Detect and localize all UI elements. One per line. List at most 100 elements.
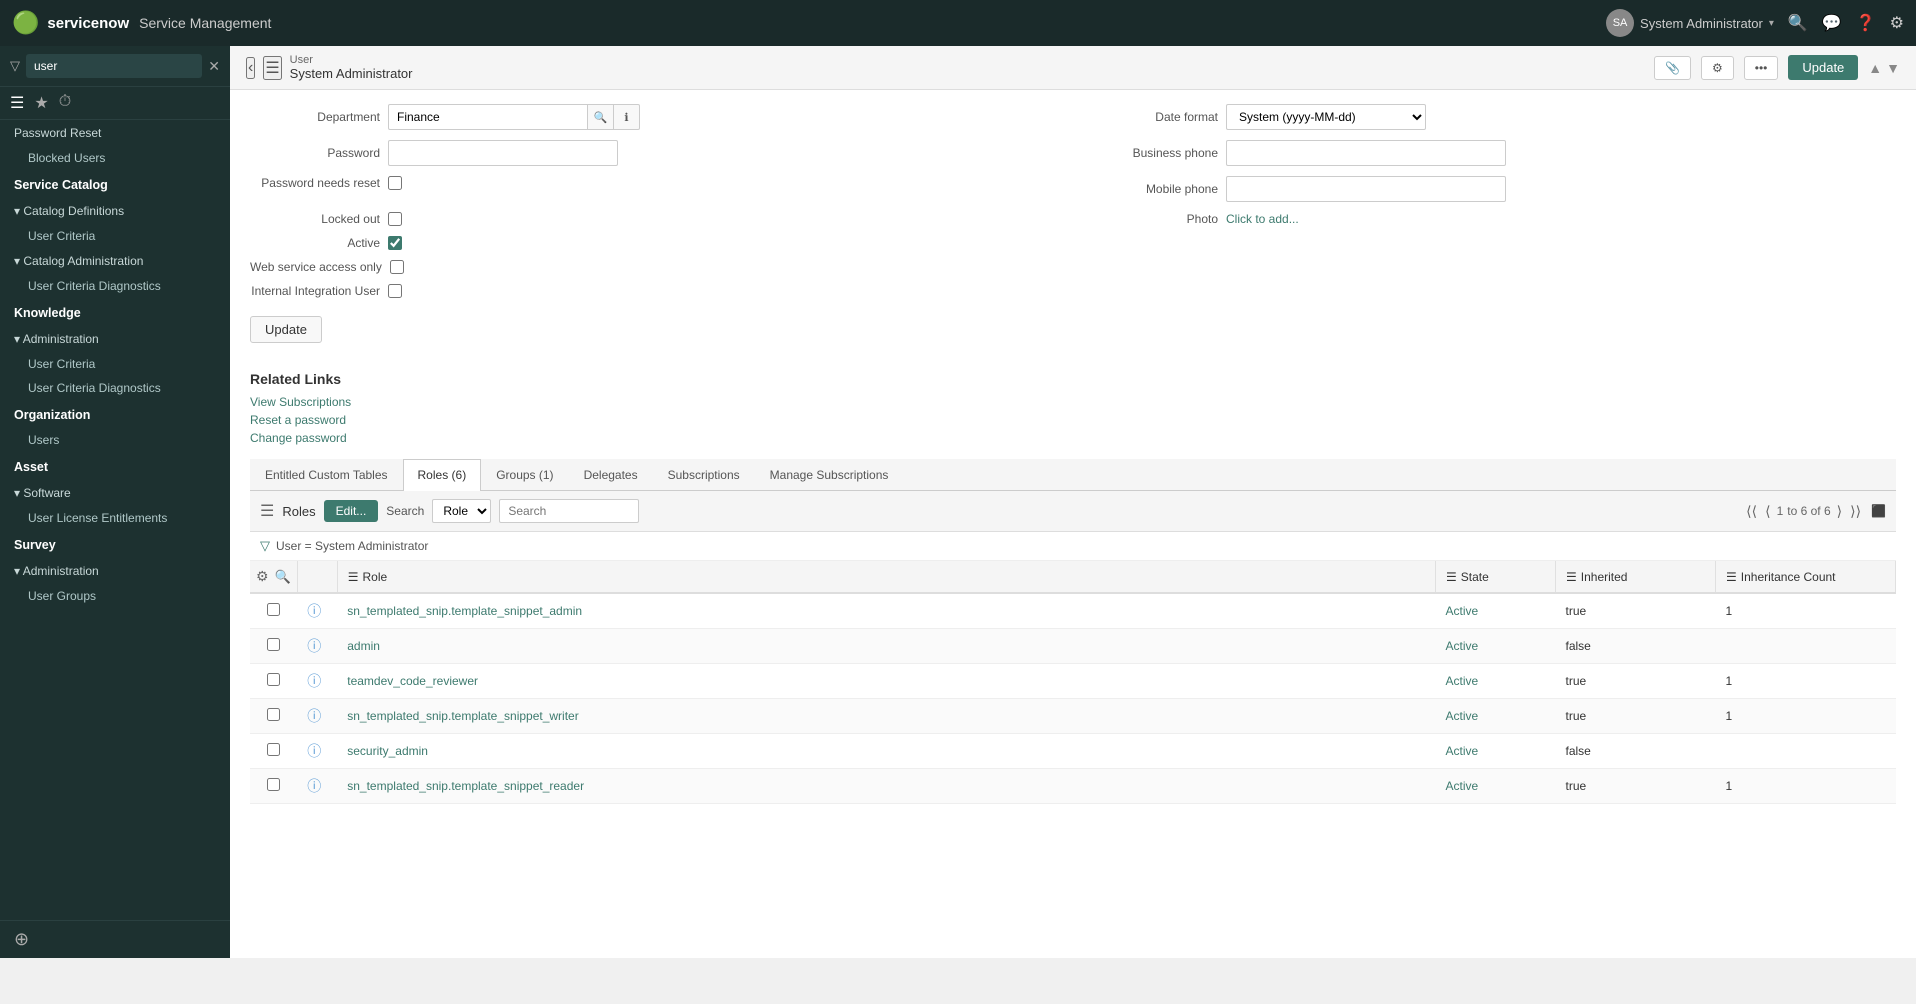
th-state[interactable]: ☰ State [1436, 561, 1556, 593]
dropdown-chevron[interactable]: ▾ [1769, 18, 1774, 29]
sidebar-item-user-criteria-diagnostics-1[interactable]: User Criteria Diagnostics [0, 274, 230, 298]
internal-integration-checkbox[interactable] [388, 284, 402, 298]
sidebar-group-catalog-definitions[interactable]: ▾ Catalog Definitions [0, 198, 230, 224]
sidebar-tab-history[interactable]: ⏱ [59, 93, 71, 113]
tab-groups[interactable]: Groups (1) [481, 459, 568, 490]
date-format-select[interactable]: System (yyyy-MM-dd) [1226, 104, 1426, 130]
table-collapse-icon[interactable]: ⬛ [1871, 504, 1886, 518]
row-checkbox[interactable] [267, 603, 280, 616]
header-menu-button[interactable]: ☰ [263, 56, 281, 80]
sidebar-item-user-criteria-diagnostics-2[interactable]: User Criteria Diagnostics [0, 376, 230, 400]
add-module-button[interactable]: ⊕ [14, 929, 29, 949]
business-phone-input[interactable] [1226, 140, 1506, 166]
table-edit-button[interactable]: Edit... [324, 500, 379, 522]
role-link[interactable]: teamdev_code_reviewer [347, 674, 478, 688]
sidebar-search-input[interactable] [26, 54, 202, 78]
first-page-button[interactable]: ⟨⟨ [1744, 503, 1759, 520]
sidebar-section-service-catalog[interactable]: Service Catalog [0, 170, 230, 198]
locked-out-checkbox[interactable] [388, 212, 402, 226]
info-icon[interactable]: ⓘ [307, 706, 327, 726]
department-lookup-button[interactable]: 🔍 [588, 104, 614, 130]
change-password-link[interactable]: Change password [250, 431, 1896, 445]
settings-icon[interactable]: ⚙ [1890, 13, 1904, 33]
sidebar-group-administration-2[interactable]: ▾ Administration [0, 558, 230, 584]
state-link[interactable]: Active [1446, 604, 1479, 618]
tab-delegates[interactable]: Delegates [569, 459, 653, 490]
role-link[interactable]: admin [347, 639, 380, 653]
sidebar-item-user-license[interactable]: User License Entitlements [0, 506, 230, 530]
sidebar-group-administration-1[interactable]: ▾ Administration [0, 326, 230, 352]
photo-link[interactable]: Click to add... [1226, 212, 1299, 226]
info-icon[interactable]: ⓘ [307, 636, 327, 656]
th-role[interactable]: ☰ Role [337, 561, 1435, 593]
help-icon[interactable]: ❓ [1856, 13, 1876, 33]
table-search-input[interactable] [499, 499, 639, 523]
info-icon[interactable]: ⓘ [307, 776, 327, 796]
tab-subscriptions[interactable]: Subscriptions [653, 459, 755, 490]
sidebar-section-organization[interactable]: Organization [0, 400, 230, 428]
mobile-phone-input[interactable] [1226, 176, 1506, 202]
header-update-button[interactable]: Update [1788, 55, 1858, 80]
more-actions-button[interactable]: ••• [1744, 56, 1779, 80]
clear-search-icon[interactable]: ✕ [208, 58, 220, 75]
sidebar-tab-favorites[interactable]: ★ [34, 93, 48, 113]
sidebar-section-asset[interactable]: Asset [0, 452, 230, 480]
sidebar-group-catalog-admin[interactable]: ▾ Catalog Administration [0, 248, 230, 274]
role-link[interactable]: security_admin [347, 744, 428, 758]
th-inherited[interactable]: ☰ Inherited [1556, 561, 1716, 593]
column-settings-icon[interactable]: ⚙ [256, 568, 269, 585]
info-icon[interactable]: ⓘ [307, 671, 327, 691]
sidebar-item-user-criteria-1[interactable]: User Criteria [0, 224, 230, 248]
role-link[interactable]: sn_templated_snip.template_snippet_admin [347, 604, 582, 618]
state-link[interactable]: Active [1446, 744, 1479, 758]
web-service-checkbox[interactable] [390, 260, 404, 274]
last-page-button[interactable]: ⟩⟩ [1848, 503, 1863, 520]
next-page-button[interactable]: ⟩ [1835, 503, 1844, 520]
row-checkbox[interactable] [267, 743, 280, 756]
row-checkbox[interactable] [267, 708, 280, 721]
table-menu-icon[interactable]: ☰ [260, 501, 274, 521]
form-update-button[interactable]: Update [250, 316, 322, 343]
password-input[interactable] [388, 140, 618, 166]
department-info-button[interactable]: ℹ [614, 104, 640, 130]
prev-record-button[interactable]: ▲ [1868, 60, 1882, 76]
reset-password-link[interactable]: Reset a password [250, 413, 1896, 427]
tab-manage-subscriptions[interactable]: Manage Subscriptions [755, 459, 904, 490]
search-icon[interactable]: 🔍 [1788, 13, 1808, 33]
sidebar-item-user-groups[interactable]: User Groups [0, 584, 230, 608]
sidebar-section-knowledge[interactable]: Knowledge [0, 298, 230, 326]
view-subscriptions-link[interactable]: View Subscriptions [250, 395, 1896, 409]
th-count[interactable]: ☰ Inheritance Count [1716, 561, 1896, 593]
state-link[interactable]: Active [1446, 639, 1479, 653]
sidebar-item-users[interactable]: Users [0, 428, 230, 452]
row-checkbox[interactable] [267, 778, 280, 791]
sidebar-item-blocked-users[interactable]: Blocked Users [0, 146, 230, 170]
sidebar-group-software[interactable]: ▾ Software [0, 480, 230, 506]
pw-reset-checkbox[interactable] [388, 176, 402, 190]
active-checkbox[interactable] [388, 236, 402, 250]
next-record-button[interactable]: ▼ [1886, 60, 1900, 76]
chat-icon[interactable]: 💬 [1822, 13, 1842, 33]
state-link[interactable]: Active [1446, 674, 1479, 688]
row-checkbox[interactable] [267, 673, 280, 686]
sidebar-section-survey[interactable]: Survey [0, 530, 230, 558]
info-icon[interactable]: ⓘ [307, 741, 327, 761]
role-link[interactable]: sn_templated_snip.template_snippet_reade… [347, 779, 584, 793]
role-link[interactable]: sn_templated_snip.template_snippet_write… [347, 709, 578, 723]
sidebar-item-password-reset[interactable]: Password Reset [0, 120, 230, 146]
search-field-select[interactable]: Role [432, 499, 491, 523]
state-link[interactable]: Active [1446, 779, 1479, 793]
back-button[interactable]: ‹ [246, 57, 255, 79]
sidebar-tab-filter[interactable]: ☰ [10, 93, 24, 113]
sidebar-item-user-criteria-2[interactable]: User Criteria [0, 352, 230, 376]
state-link[interactable]: Active [1446, 709, 1479, 723]
tab-entitled-custom-tables[interactable]: Entitled Custom Tables [250, 459, 403, 490]
row-checkbox[interactable] [267, 638, 280, 651]
department-input[interactable] [388, 104, 588, 130]
prev-page-button[interactable]: ⟨ [1763, 503, 1772, 520]
form-settings-button[interactable]: ⚙ [1701, 56, 1734, 80]
info-icon[interactable]: ⓘ [307, 601, 327, 621]
attachment-button[interactable]: 📎 [1654, 56, 1691, 80]
tab-roles[interactable]: Roles (6) [403, 459, 482, 491]
column-search-icon[interactable]: 🔍 [275, 569, 291, 585]
